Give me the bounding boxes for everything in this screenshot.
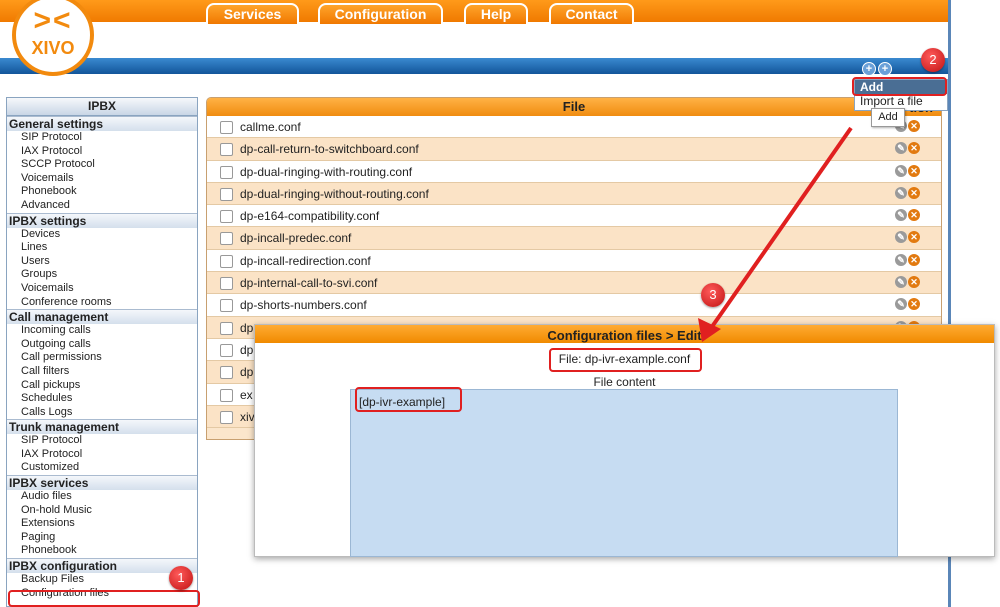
highlight-add-menu-item [852,77,947,96]
highlight-file-name [549,348,702,372]
step-badge-2: 2 [921,48,945,72]
step-badge-3: 3 [701,283,725,307]
step-badge-1: 1 [169,566,193,590]
highlight-configuration-files [8,590,200,607]
highlight-file-content [355,387,462,412]
annotation-arrow [698,126,853,342]
